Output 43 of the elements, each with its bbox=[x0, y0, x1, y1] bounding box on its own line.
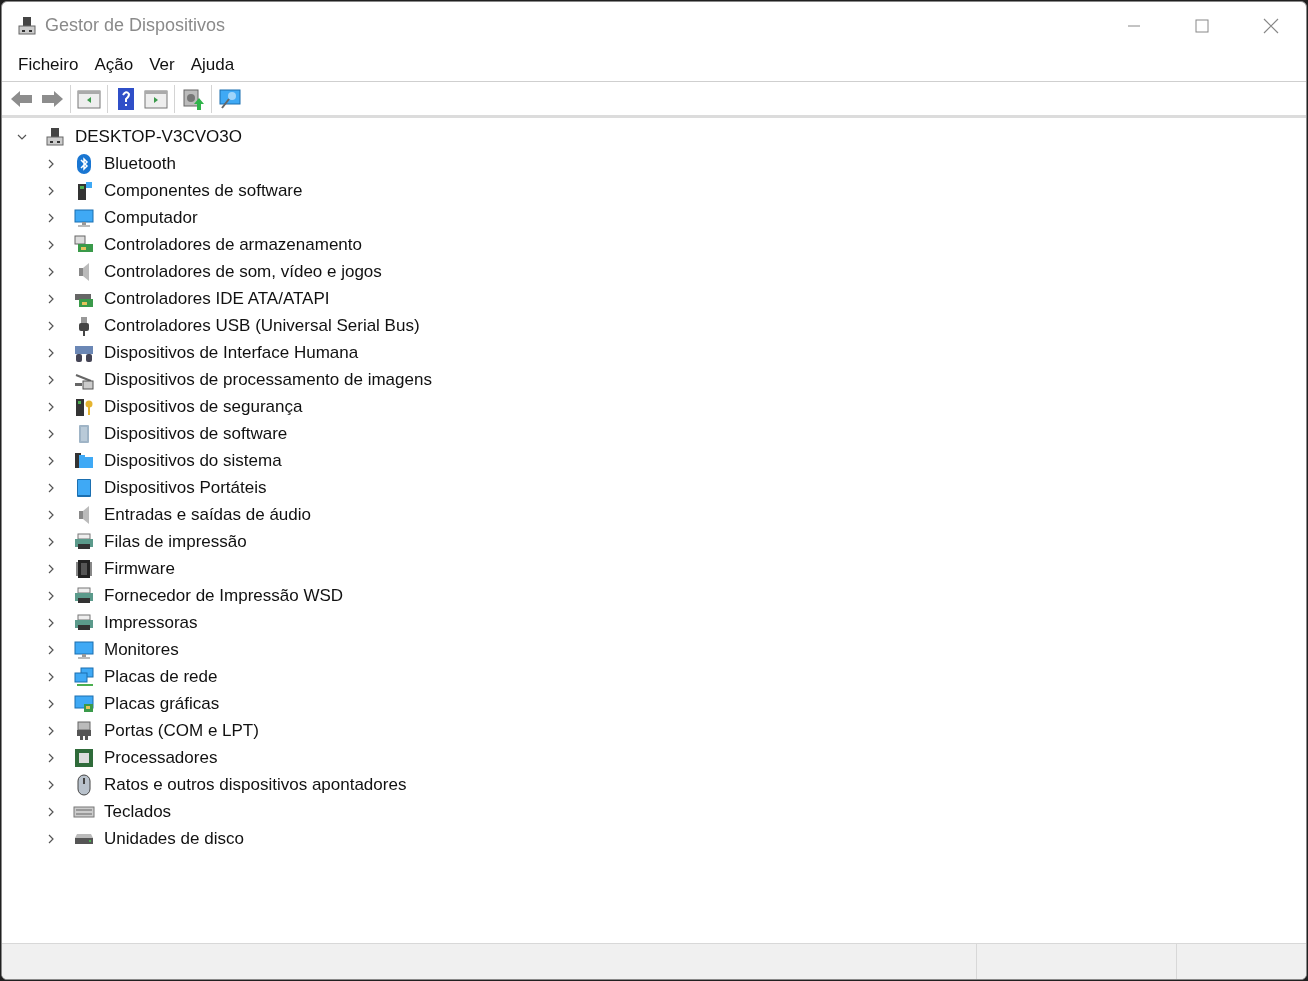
tree-item[interactable]: Dispositivos de Interface Humana bbox=[104, 339, 359, 366]
tree-item[interactable]: Firmware bbox=[104, 555, 175, 582]
window-title: Gestor de Dispositivos bbox=[45, 14, 226, 37]
computer-icon bbox=[16, 14, 38, 37]
menu-item[interactable]: Ver bbox=[141, 52, 183, 78]
processor-icon bbox=[73, 746, 95, 769]
tree-item[interactable]: Controladores de armazenamento bbox=[104, 231, 362, 258]
menu-item[interactable]: Ficheiro bbox=[10, 52, 87, 78]
tree-item[interactable]: Controladores USB (Universal Serial Bus) bbox=[104, 312, 420, 339]
tree-item[interactable]: Ratos e outros dispositivos apontadores bbox=[104, 771, 407, 798]
monitor-icon bbox=[73, 638, 95, 661]
close-icon bbox=[1263, 17, 1279, 34]
tree-item[interactable]: Placas gráficas bbox=[104, 690, 220, 717]
tree-item[interactable]: Dispositivos de segurança bbox=[104, 393, 303, 420]
tree-item[interactable]: Processadores bbox=[104, 744, 218, 771]
tree-item[interactable]: Componentes de software bbox=[104, 177, 303, 204]
tree-item[interactable]: Monitores bbox=[104, 636, 179, 663]
tree-item[interactable]: Computador bbox=[104, 204, 198, 231]
tree-item[interactable]: Unidades de disco bbox=[104, 825, 244, 852]
tree-item[interactable]: Entradas e saídas de áudio bbox=[104, 501, 311, 528]
tree-item[interactable]: Impressoras bbox=[104, 609, 198, 636]
menu-item[interactable]: Ajuda bbox=[182, 52, 243, 78]
computer-icon bbox=[44, 125, 66, 148]
tree-item[interactable]: Dispositivos Portáteis bbox=[104, 474, 267, 501]
minimize-icon bbox=[1128, 24, 1140, 27]
tree-item[interactable]: Controladores IDE ATA/ATAPI bbox=[104, 285, 330, 312]
tree-item[interactable]: Dispositivos de software bbox=[104, 420, 288, 447]
tree-item[interactable]: Bluetooth bbox=[104, 150, 176, 177]
chip-icon bbox=[73, 557, 95, 580]
monitor-icon bbox=[73, 206, 95, 229]
tree-item[interactable]: Fornecedor de Impressão WSD bbox=[104, 582, 344, 609]
tree-item[interactable]: Portas (COM e LPT) bbox=[104, 717, 259, 744]
tree-item[interactable]: Dispositivos do sistema bbox=[104, 447, 282, 474]
tree-item[interactable]: Controladores de som, vídeo e jogos bbox=[104, 258, 382, 285]
graphics-card-icon bbox=[73, 692, 95, 715]
network-icon bbox=[73, 665, 95, 688]
tree-item[interactable]: DESKTOP-V3CVO3O bbox=[75, 123, 242, 150]
tree-item[interactable]: Placas de rede bbox=[104, 663, 218, 690]
tree-item[interactable]: Teclados bbox=[104, 798, 172, 825]
menu-item[interactable]: Ação bbox=[86, 52, 142, 78]
tree-item[interactable]: Dispositivos de processamento de imagens bbox=[104, 366, 432, 393]
maximize-icon bbox=[1195, 18, 1209, 33]
tree-item[interactable]: Filas de impressão bbox=[104, 528, 247, 555]
